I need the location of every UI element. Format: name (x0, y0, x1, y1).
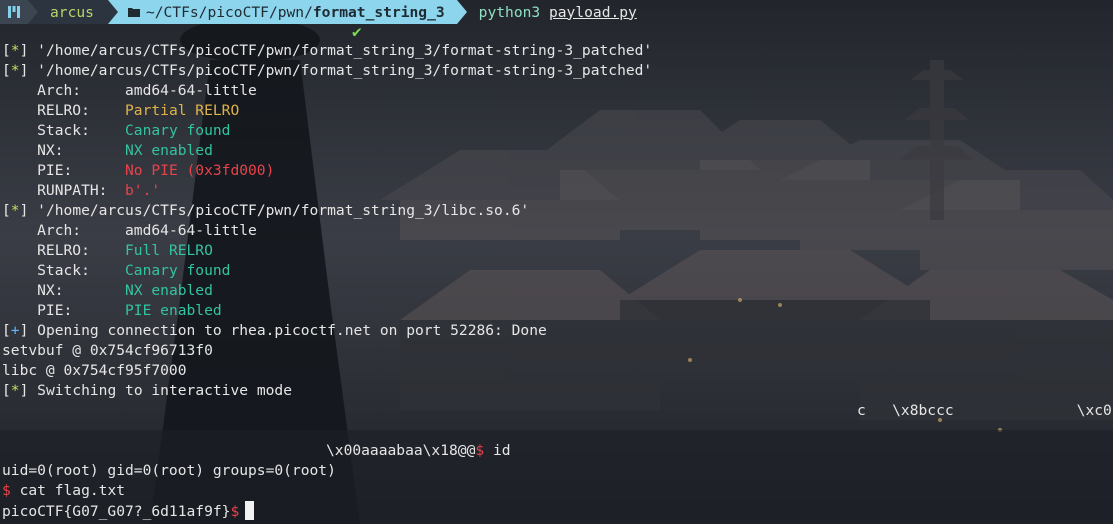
output-line: [*] '/home/arcus/CTFs/picoCTF/pwn/format… (2, 62, 653, 79)
shell-prompt-bar: arcus ~/CTFs/picoCTF/pwn/format_string_3… (0, 0, 637, 24)
output-line: [*] Switching to interactive mode (2, 382, 292, 399)
prompt-user: arcus (38, 0, 108, 24)
checksec-row: PIE: PIE enabled (2, 302, 222, 319)
terminal-window[interactable]: arcus ~/CTFs/picoCTF/pwn/format_string_3… (0, 0, 1113, 524)
flag-line[interactable]: picoCTF{G07_G07?_6d11af9f}$ (2, 501, 255, 521)
text-cursor (245, 501, 255, 520)
checksec-row: NX: NX enabled (2, 142, 213, 159)
checksec-row: RELRO: Full RELRO (2, 242, 213, 259)
command-argument: payload.py (548, 3, 637, 21)
shell-prompt-symbol: $ (230, 503, 240, 520)
checksec-row: Arch: amd64-64-little (2, 222, 257, 239)
output-line: \x00aaaabaa\x18@@$ id (326, 442, 511, 459)
output-line: [*] '/home/arcus/CTFs/picoCTF/pwn/format… (2, 202, 530, 219)
prompt-separator (456, 0, 467, 24)
output-line: [*] '/home/arcus/CTFs/picoCTF/pwn/format… (2, 42, 653, 59)
prompt-separator (28, 0, 38, 24)
shell-prompt-symbol: $ (475, 442, 485, 459)
folder-icon (127, 4, 140, 21)
output-line: c \x8bccc \xc0 (857, 402, 1112, 419)
checksec-row: PIE: No PIE (0x3fd000) (2, 162, 275, 179)
checksec-row: NX: NX enabled (2, 282, 213, 299)
path-current-folder: format_string_3 (312, 3, 445, 21)
checksec-row: Stack: Canary found (2, 262, 231, 279)
command-binary: python3 (478, 3, 541, 21)
path-prefix: ~/CTFs/picoCTF/pwn/ (145, 3, 313, 21)
prompt-directory: ~/CTFs/picoCTF/pwn/format_string_3 (117, 0, 457, 24)
output-line: $ cat flag.txt (2, 482, 126, 499)
prompt-separator (107, 0, 118, 24)
checksec-row: RUNPATH: b'.' (2, 182, 161, 199)
output-line: [+] Opening connection to rhea.picoctf.n… (2, 322, 547, 339)
command-line: python3 payload.py (479, 4, 637, 21)
checksec-row: RELRO: Partial RELRO (2, 102, 240, 119)
output-line: setvbuf @ 0x754cf96713f0 (2, 342, 213, 359)
terminal-logo-icon (0, 0, 28, 24)
output-line: uid=0(root) gid=0(root) groups=0(root) (2, 462, 336, 479)
checkmark-icon: ✔ (352, 22, 362, 41)
output-line: libc @ 0x754cf95f7000 (2, 362, 187, 379)
checksec-row: Stack: Canary found (2, 122, 231, 139)
shell-prompt-symbol: $ (2, 482, 11, 499)
checksec-row: Arch: amd64-64-little (2, 82, 257, 99)
flag-output: picoCTF{G07_G07?_6d11af9f} (2, 503, 231, 520)
